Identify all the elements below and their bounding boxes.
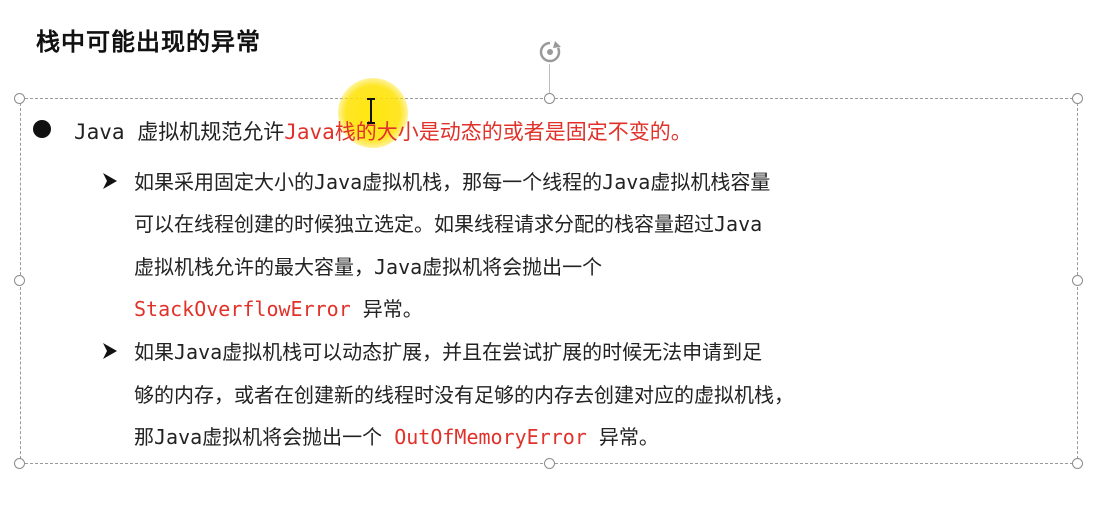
sub-item-2-line-3-prefix: 那Java虚拟机将会抛出一个 [134,425,395,449]
slide-content[interactable]: Java 虚拟机规范允许Java栈的大小是动态的或者是固定不变的。 如果采用固定… [0,0,1097,509]
sub-item-1-line-3: 虚拟机栈允许的最大容量，Java虚拟机将会抛出一个 [134,255,603,279]
sub-item-2-line-1: 如果Java虚拟机栈可以动态扩展，并且在尝试扩展的时候无法申请到足 [134,340,763,364]
bullet-dot-icon [33,120,51,138]
sub-item-2-line-3: 那Java虚拟机将会抛出一个 OutOfMemoryError 异常。 [134,427,659,447]
sub-item-1-line-1: 如果采用固定大小的Java虚拟机栈，那每一个线程的Java虚拟机栈容量 [134,170,771,194]
bullet-text: Java 虚拟机规范允许Java栈的大小是动态的或者是固定不变的。 [74,116,692,146]
arrowhead-bullet-icon [103,173,117,189]
out-of-memory-error-label: OutOfMemoryError [394,425,587,449]
text-cursor-icon [367,98,375,124]
sub-item-1-line-4: StackOverflowError 异常。 [134,299,423,319]
stack-overflow-error-label: StackOverflowError [134,297,351,321]
bullet-text-highlight: Java栈的大小是动态的或者是固定不变的。 [284,120,692,144]
sub-item-2-line-3-suffix: 异常。 [586,425,659,449]
sub-item-1-line-2: 可以在线程创建的时候独立选定。如果线程请求分配的栈容量超过Java [134,212,763,236]
sub-item-1-line-4-suffix: 异常。 [350,297,423,321]
sub-item-2-line-2: 够的内存，或者在创建新的线程时没有足够的内存去创建对应的虚拟机栈， [134,383,794,407]
arrowhead-bullet-icon [103,343,117,359]
bullet-text-plain: Java 虚拟机规范允许 [74,120,285,144]
